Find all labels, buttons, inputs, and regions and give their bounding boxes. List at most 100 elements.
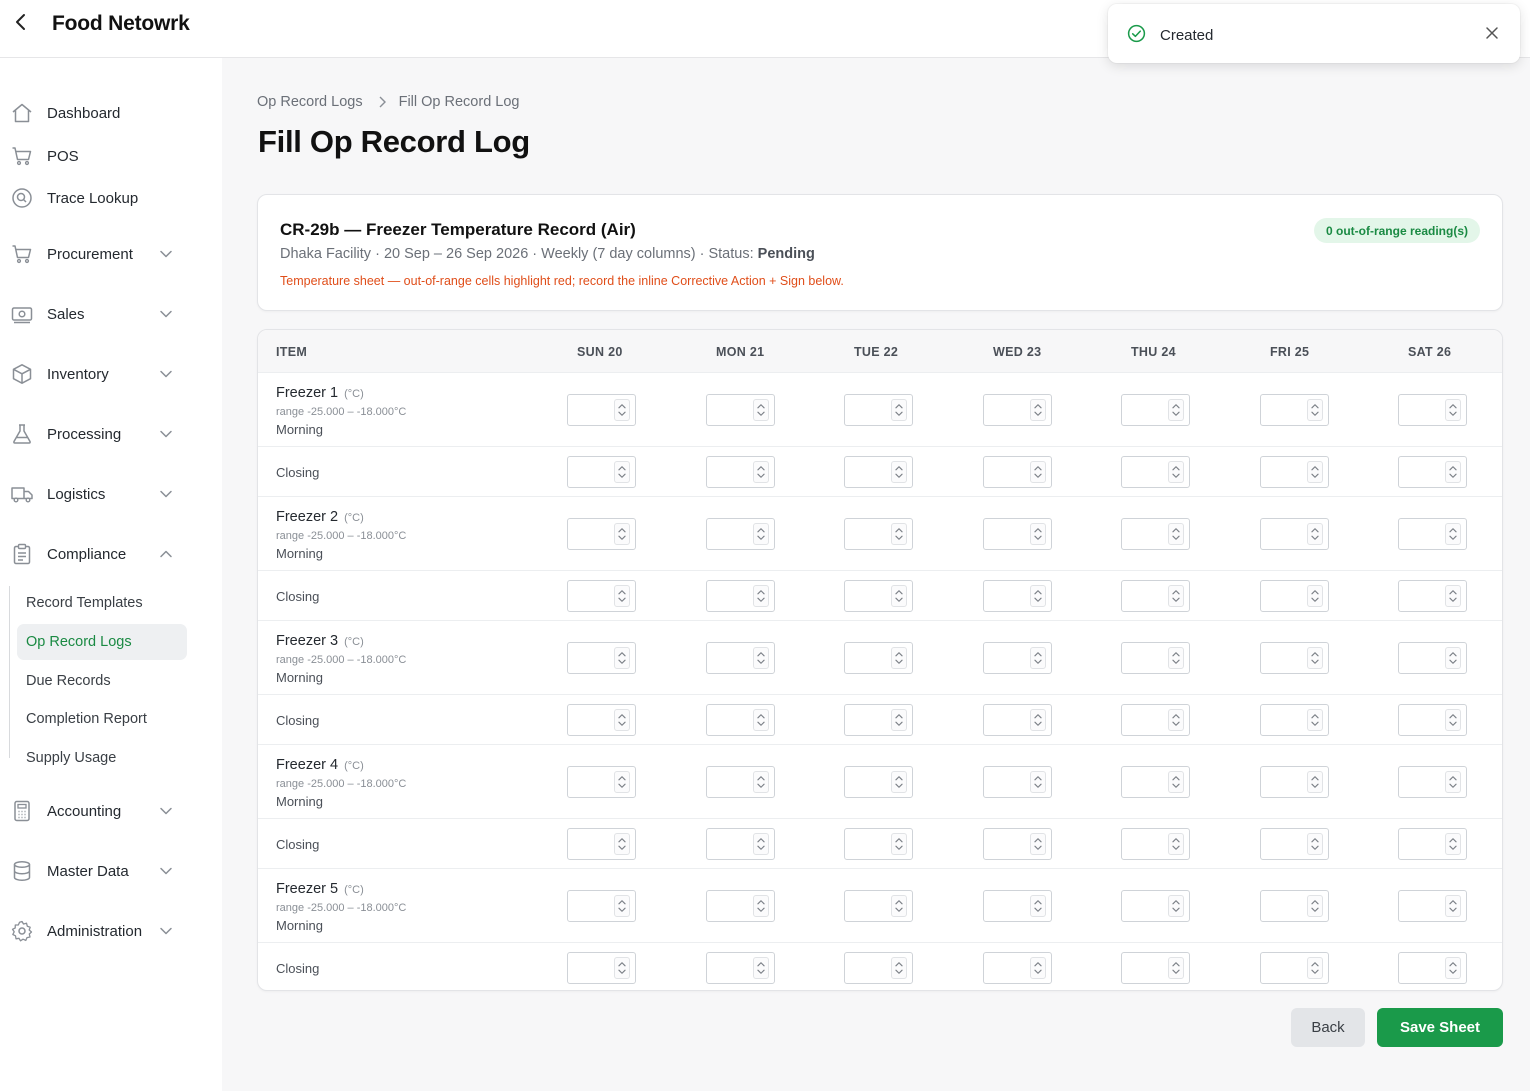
back-arrow-icon[interactable] xyxy=(10,11,30,33)
reading-input[interactable] xyxy=(1260,642,1329,674)
reading-input[interactable] xyxy=(567,518,636,550)
reading-input[interactable] xyxy=(567,890,636,922)
spinner-arrows-icon[interactable] xyxy=(753,833,769,855)
spinner-arrows-icon[interactable] xyxy=(1168,833,1184,855)
spinner-arrows-icon[interactable] xyxy=(1168,771,1184,793)
spinner-arrows-icon[interactable] xyxy=(1307,585,1323,607)
spinner-arrows-icon[interactable] xyxy=(614,771,630,793)
spinner-arrows-icon[interactable] xyxy=(614,399,630,421)
spinner-arrows-icon[interactable] xyxy=(753,399,769,421)
spinner-arrows-icon[interactable] xyxy=(1168,523,1184,545)
reading-input[interactable] xyxy=(983,394,1052,426)
reading-input[interactable] xyxy=(1121,518,1190,550)
reading-input[interactable] xyxy=(1121,890,1190,922)
reading-input[interactable] xyxy=(983,642,1052,674)
spinner-arrows-icon[interactable] xyxy=(1168,585,1184,607)
reading-input[interactable] xyxy=(983,890,1052,922)
reading-input[interactable] xyxy=(983,766,1052,798)
reading-input[interactable] xyxy=(1398,952,1467,984)
spinner-arrows-icon[interactable] xyxy=(1307,771,1323,793)
spinner-arrows-icon[interactable] xyxy=(1030,957,1046,979)
reading-input[interactable] xyxy=(706,642,775,674)
sidebar-item-administration[interactable]: Administration xyxy=(0,913,222,949)
sidebar-item-inventory[interactable]: Inventory xyxy=(0,356,222,392)
reading-input[interactable] xyxy=(1260,828,1329,860)
reading-input[interactable] xyxy=(983,952,1052,984)
spinner-arrows-icon[interactable] xyxy=(753,523,769,545)
spinner-arrows-icon[interactable] xyxy=(891,461,907,483)
spinner-arrows-icon[interactable] xyxy=(1445,895,1461,917)
reading-input[interactable] xyxy=(844,952,913,984)
reading-input[interactable] xyxy=(567,456,636,488)
reading-input[interactable] xyxy=(844,890,913,922)
spinner-arrows-icon[interactable] xyxy=(1030,709,1046,731)
reading-input[interactable] xyxy=(1121,704,1190,736)
reading-input[interactable] xyxy=(1398,890,1467,922)
reading-input[interactable] xyxy=(1398,642,1467,674)
reading-input[interactable] xyxy=(1398,766,1467,798)
reading-input[interactable] xyxy=(706,952,775,984)
reading-input[interactable] xyxy=(844,704,913,736)
subnav-item-op-record-logs[interactable]: Op Record Logs xyxy=(17,624,187,660)
spinner-arrows-icon[interactable] xyxy=(614,647,630,669)
reading-input[interactable] xyxy=(844,828,913,860)
reading-input[interactable] xyxy=(706,580,775,612)
spinner-arrows-icon[interactable] xyxy=(891,585,907,607)
spinner-arrows-icon[interactable] xyxy=(1445,585,1461,607)
spinner-arrows-icon[interactable] xyxy=(614,523,630,545)
reading-input[interactable] xyxy=(844,456,913,488)
reading-input[interactable] xyxy=(1398,828,1467,860)
reading-input[interactable] xyxy=(844,642,913,674)
reading-input[interactable] xyxy=(844,580,913,612)
spinner-arrows-icon[interactable] xyxy=(1030,833,1046,855)
spinner-arrows-icon[interactable] xyxy=(1030,647,1046,669)
spinner-arrows-icon[interactable] xyxy=(891,833,907,855)
reading-input[interactable] xyxy=(706,766,775,798)
sidebar-item-master-data[interactable]: Master Data xyxy=(0,853,222,889)
sidebar-item-compliance[interactable]: Compliance xyxy=(0,536,222,572)
reading-input[interactable] xyxy=(1260,580,1329,612)
spinner-arrows-icon[interactable] xyxy=(891,895,907,917)
reading-input[interactable] xyxy=(1121,766,1190,798)
spinner-arrows-icon[interactable] xyxy=(1168,895,1184,917)
subnav-item-record-templates[interactable]: Record Templates xyxy=(17,585,187,621)
spinner-arrows-icon[interactable] xyxy=(891,771,907,793)
reading-input[interactable] xyxy=(1260,394,1329,426)
spinner-arrows-icon[interactable] xyxy=(614,585,630,607)
reading-input[interactable] xyxy=(1398,518,1467,550)
close-icon[interactable] xyxy=(1484,25,1500,41)
spinner-arrows-icon[interactable] xyxy=(891,647,907,669)
reading-input[interactable] xyxy=(1121,580,1190,612)
reading-input[interactable] xyxy=(706,890,775,922)
reading-input[interactable] xyxy=(1121,828,1190,860)
reading-input[interactable] xyxy=(1398,456,1467,488)
spinner-arrows-icon[interactable] xyxy=(753,709,769,731)
subnav-item-completion-report[interactable]: Completion Report xyxy=(17,701,187,737)
sidebar-item-logistics[interactable]: Logistics xyxy=(0,476,222,512)
sidebar-item-processing[interactable]: Processing xyxy=(0,416,222,452)
spinner-arrows-icon[interactable] xyxy=(1307,523,1323,545)
spinner-arrows-icon[interactable] xyxy=(1307,399,1323,421)
reading-input[interactable] xyxy=(567,828,636,860)
spinner-arrows-icon[interactable] xyxy=(753,647,769,669)
spinner-arrows-icon[interactable] xyxy=(753,957,769,979)
spinner-arrows-icon[interactable] xyxy=(1307,895,1323,917)
spinner-arrows-icon[interactable] xyxy=(614,957,630,979)
reading-input[interactable] xyxy=(567,766,636,798)
reading-input[interactable] xyxy=(1260,952,1329,984)
reading-input[interactable] xyxy=(706,518,775,550)
reading-input[interactable] xyxy=(706,828,775,860)
spinner-arrows-icon[interactable] xyxy=(1445,957,1461,979)
reading-input[interactable] xyxy=(1398,394,1467,426)
reading-input[interactable] xyxy=(844,766,913,798)
spinner-arrows-icon[interactable] xyxy=(1030,895,1046,917)
spinner-arrows-icon[interactable] xyxy=(891,957,907,979)
spinner-arrows-icon[interactable] xyxy=(1168,647,1184,669)
spinner-arrows-icon[interactable] xyxy=(1168,399,1184,421)
spinner-arrows-icon[interactable] xyxy=(891,709,907,731)
reading-input[interactable] xyxy=(1121,456,1190,488)
spinner-arrows-icon[interactable] xyxy=(1168,709,1184,731)
spinner-arrows-icon[interactable] xyxy=(891,399,907,421)
subnav-item-due-records[interactable]: Due Records xyxy=(17,663,187,699)
spinner-arrows-icon[interactable] xyxy=(753,771,769,793)
